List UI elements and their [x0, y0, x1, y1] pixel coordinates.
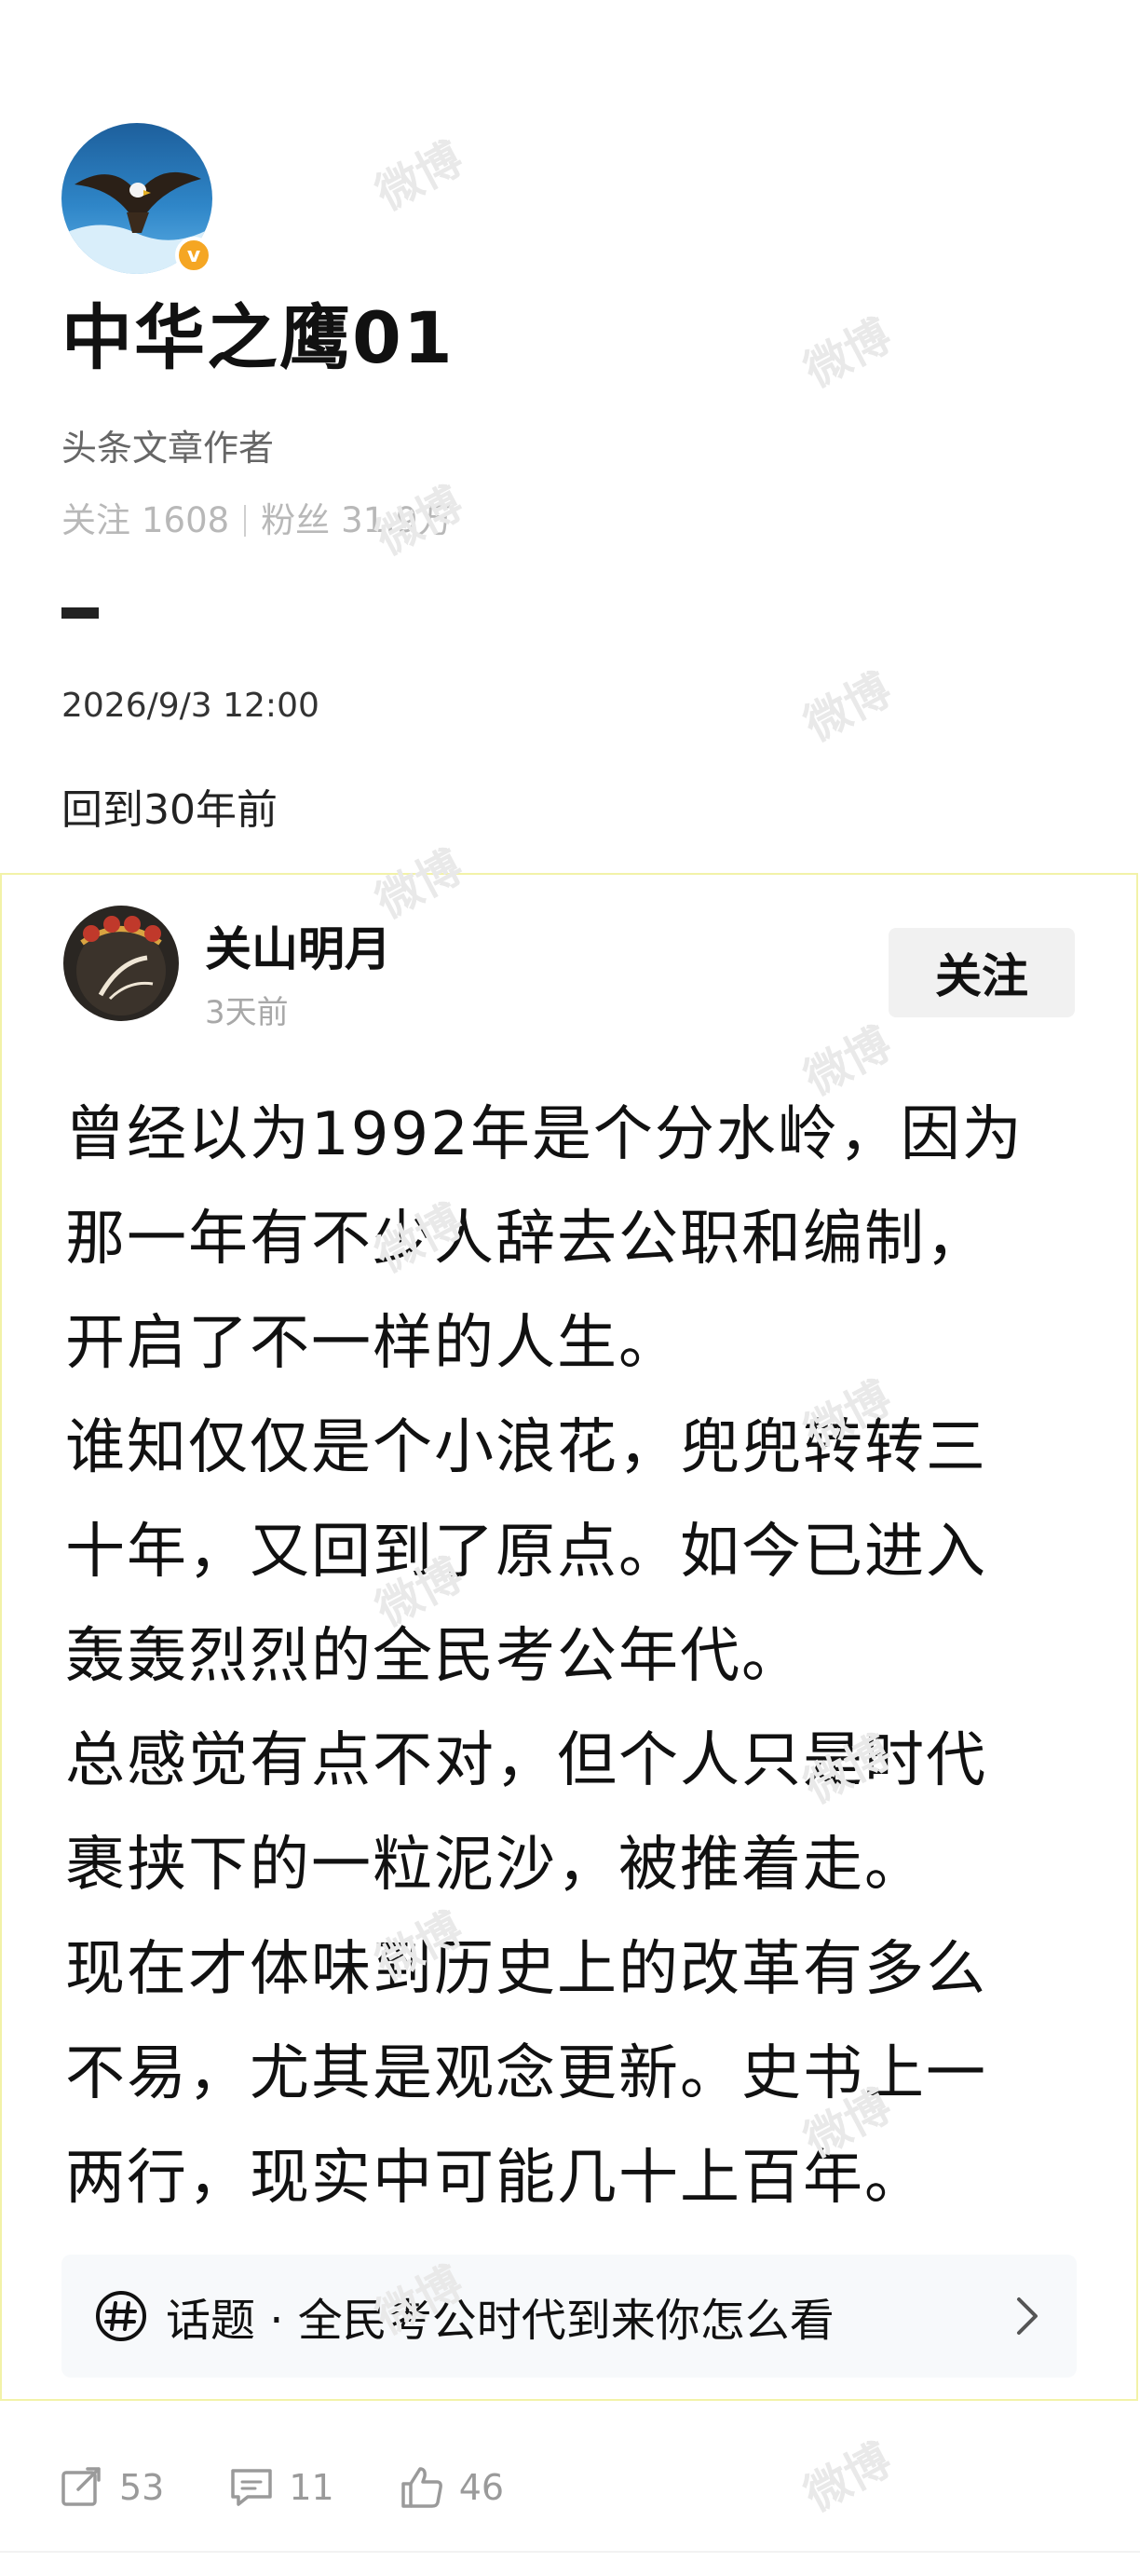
author-role: 头条文章作者	[61, 428, 275, 469]
watermark: 微博	[795, 2433, 900, 2522]
body-line: 两行，现实中可能几十上百年。	[65, 2144, 926, 2213]
body-line: 总感觉有点不对，但个人只是时代	[65, 1726, 987, 1795]
fans-count[interactable]: 31.9万	[341, 503, 452, 538]
body-line: 开启了不一样的人生。	[65, 1309, 680, 1378]
post-text: 回到30年前	[61, 786, 278, 834]
comment-icon	[231, 2469, 273, 2506]
author-name[interactable]: 中华之鹰01	[61, 303, 455, 374]
watermark: 微博	[367, 132, 471, 221]
comment-count: 11	[289, 2467, 334, 2508]
follow-button[interactable]: 关注	[889, 928, 1075, 1017]
topic-link[interactable]: 话题 · 全民考公时代到来你怎么看	[61, 2255, 1077, 2378]
thumbs-up-icon	[400, 2467, 442, 2508]
post-timestamp: 2026/9/3 12:00	[61, 687, 319, 725]
body-line: 裹挟下的一粒泥沙，被推着走。	[65, 1831, 926, 1900]
calligraphy-avatar-image	[63, 906, 179, 1021]
following-label[interactable]: 关注	[61, 503, 130, 538]
bottom-divider	[0, 2551, 1140, 2553]
fans-label[interactable]: 粉丝	[261, 503, 330, 538]
watermark: 微博	[795, 663, 900, 752]
divider-dash	[61, 607, 99, 619]
shared-user-avatar[interactable]	[63, 906, 179, 1021]
body-line: 不易，尤其是观念更新。史书上一	[65, 2039, 987, 2108]
following-count[interactable]: 1608	[142, 503, 229, 538]
like-button[interactable]: 46	[398, 2463, 504, 2512]
body-line: 那一年有不少人辞去公职和编制，	[65, 1205, 987, 1274]
body-line: 轰轰烈烈的全民考公年代。	[65, 1622, 803, 1691]
verified-badge-icon: v	[175, 237, 212, 274]
chevron-right-icon	[1017, 2297, 1038, 2335]
hashtag-icon	[96, 2291, 146, 2341]
shared-user-name[interactable]: 关山明月	[205, 926, 391, 973]
repost-icon	[61, 2467, 101, 2506]
repost-button[interactable]: 53	[58, 2463, 164, 2512]
body-line: 曾经以为1992年是个分水岭，因为	[65, 1100, 1024, 1169]
like-count: 46	[458, 2467, 505, 2508]
follow-stats: 关注 1608 粉丝 31.9万	[61, 503, 453, 538]
stats-divider	[244, 504, 247, 537]
body-line: 十年，又回到了原点。如今已进入	[65, 1518, 987, 1587]
body-line: 谁知仅仅是个小浪花，兜兜转转三	[65, 1413, 987, 1482]
shared-post-body: 曾经以为1992年是个分水岭，因为 那一年有不少人辞去公职和编制， 开启了不一样…	[65, 1083, 1080, 2230]
watermark: 微博	[795, 309, 900, 398]
body-line: 现在才体味到历史上的改革有多么	[65, 1935, 987, 2004]
comment-button[interactable]: 11	[227, 2463, 334, 2512]
repost-count: 53	[119, 2467, 165, 2508]
action-bar: 53 11 46	[58, 2460, 567, 2515]
shared-post-time: 3天前	[205, 994, 289, 1031]
topic-label: 话题 · 全民考公时代到来你怎么看	[166, 2295, 835, 2347]
